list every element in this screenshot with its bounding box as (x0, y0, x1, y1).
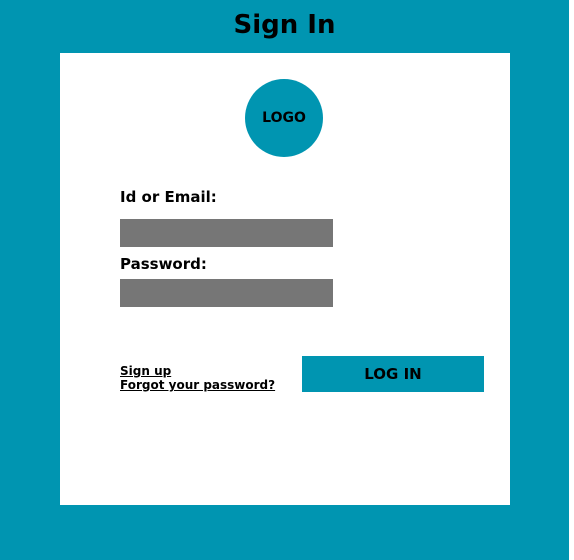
forgot-password-link[interactable]: Forgot your password? (120, 378, 275, 392)
logo-text: LOGO (262, 110, 306, 126)
page-frame: Sign In LOGO Id or Email: Password: Sign… (0, 0, 569, 560)
logo: LOGO (245, 79, 323, 157)
sign-up-link[interactable]: Sign up (120, 364, 275, 378)
page-title: Sign In (233, 10, 336, 40)
log-in-button[interactable]: LOG IN (302, 356, 484, 392)
password-field[interactable] (120, 279, 333, 307)
id-or-email-label: Id or Email: (120, 188, 217, 206)
sign-in-card: LOGO Id or Email: Password: Sign up Forg… (60, 53, 510, 505)
password-label: Password: (120, 255, 207, 273)
id-or-email-field[interactable] (120, 219, 333, 247)
account-links: Sign up Forgot your password? (120, 364, 275, 392)
